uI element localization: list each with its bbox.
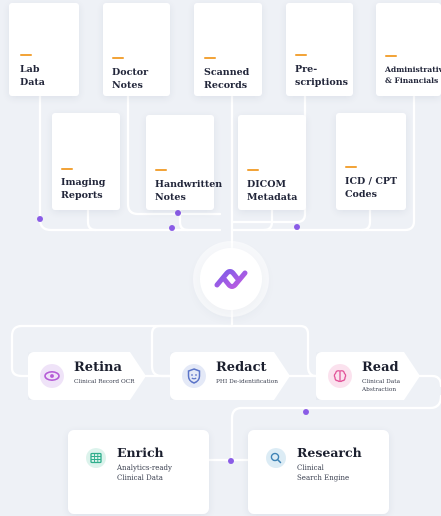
stage-read[interactable]: Read Clinical Data Abstraction <box>316 352 420 400</box>
stage-retina[interactable]: Retina Clinical Record OCR <box>28 352 146 400</box>
source-label: Handwritten Notes <box>155 179 223 203</box>
shield-face-icon <box>182 364 206 388</box>
accent-dash <box>295 54 307 56</box>
stage-subtitle: Clinical Record OCR <box>74 379 135 385</box>
source-card-prescriptions: Pre-scriptions <box>286 3 353 96</box>
source-card-doctor-notes: Doctor Notes <box>103 3 170 96</box>
connector-dot <box>228 458 234 464</box>
stage-subtitle: Clinical Data Abstraction <box>362 379 401 393</box>
stage-title: Retina <box>74 360 122 375</box>
source-card-scanned-records: Scanned Records <box>194 3 262 96</box>
output-enrich[interactable]: Enrich Analytics-ready Clinical Data <box>68 430 209 514</box>
source-card-imaging-reports: Imaging Reports <box>52 113 120 210</box>
connector-dot <box>303 409 309 415</box>
source-label: Doctor Notes <box>112 67 149 91</box>
accent-dash <box>155 169 167 171</box>
output-subtitle: Analytics-ready Clinical Data <box>117 464 172 482</box>
accent-dash <box>20 54 32 56</box>
table-icon <box>86 448 106 468</box>
source-card-handwritten-notes: Handwritten Notes <box>146 115 222 210</box>
stage-subtitle: PHI De-identification <box>216 379 279 385</box>
stage-title: Redact <box>216 360 267 375</box>
stage-redact[interactable]: Redact PHI De-identification <box>170 352 290 400</box>
source-card-icd-cpt-codes: ICD / CPT Codes <box>336 113 406 210</box>
source-label: Scanned Records <box>204 67 250 91</box>
connector-dot <box>175 210 181 216</box>
output-research[interactable]: Research Clinical Search Engine <box>248 430 389 514</box>
search-icon <box>266 448 286 468</box>
accent-dash <box>204 57 216 59</box>
output-title: Enrich <box>117 445 164 460</box>
source-card-lab-data: Lab Data <box>9 3 79 96</box>
accent-dash <box>112 57 124 59</box>
connector-dot <box>37 216 43 222</box>
source-label: DICOM Metadata <box>247 179 298 203</box>
connector-dots <box>37 210 309 464</box>
output-subtitle: Clinical Search Engine <box>297 464 350 482</box>
infinity-link-logo-icon <box>214 269 248 289</box>
central-hub <box>200 248 262 310</box>
accent-dash <box>247 169 259 171</box>
source-card-dicom-metadata: DICOM Metadata <box>238 115 306 210</box>
connector-dot <box>169 225 175 231</box>
source-label: Imaging Reports <box>61 177 106 201</box>
output-title: Research <box>297 445 362 460</box>
connector-dot <box>294 224 300 230</box>
source-label: ICD / CPT Codes <box>345 176 398 200</box>
source-label: Pre-scriptions <box>295 64 348 88</box>
source-label: Administrative& Financials <box>385 65 441 85</box>
source-card-administrative-financials: Administrative& Financials <box>376 3 441 96</box>
stage-title: Read <box>362 360 399 375</box>
eye-icon <box>40 364 64 388</box>
brain-icon <box>328 364 352 388</box>
accent-dash <box>345 166 357 168</box>
accent-dash <box>61 168 73 170</box>
source-label: Lab Data <box>20 64 45 88</box>
accent-dash <box>385 55 397 57</box>
